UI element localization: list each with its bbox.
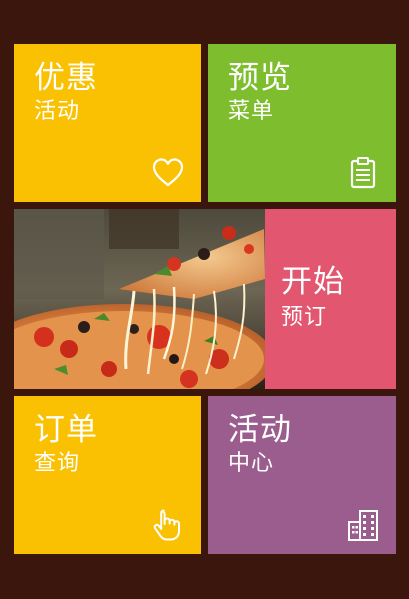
events-center-tile[interactable]: 活动 中心 xyxy=(208,396,396,554)
menu-preview-title: 预览 xyxy=(228,60,292,96)
home-screen: 优惠 活动 预览 菜单 开始 预订 订单 查询 活动 中心 xyxy=(0,0,409,599)
order-query-title: 订单 xyxy=(34,412,98,448)
menu-preview-subtitle: 菜单 xyxy=(228,99,275,124)
start-booking-title: 开始 xyxy=(281,264,345,300)
promotions-tile[interactable]: 优惠 活动 xyxy=(14,44,201,202)
menu-preview-tile[interactable]: 预览 菜单 xyxy=(208,44,396,202)
promotions-subtitle: 活动 xyxy=(34,99,81,124)
promotions-title: 优惠 xyxy=(34,60,98,96)
events-center-title: 活动 xyxy=(228,412,292,448)
order-query-subtitle: 查询 xyxy=(34,451,81,476)
pizza-photo-tile[interactable] xyxy=(14,209,265,389)
heart-icon xyxy=(152,158,184,187)
order-query-tile[interactable]: 订单 查询 xyxy=(14,396,201,554)
pizza-photo xyxy=(14,209,265,389)
start-booking-subtitle: 预订 xyxy=(281,305,328,330)
events-center-subtitle: 中心 xyxy=(228,451,275,476)
start-booking-tile[interactable]: 开始 预订 xyxy=(265,209,396,389)
hand-pointer-icon xyxy=(153,509,180,541)
clipboard-icon xyxy=(350,157,376,189)
building-icon xyxy=(348,510,378,541)
